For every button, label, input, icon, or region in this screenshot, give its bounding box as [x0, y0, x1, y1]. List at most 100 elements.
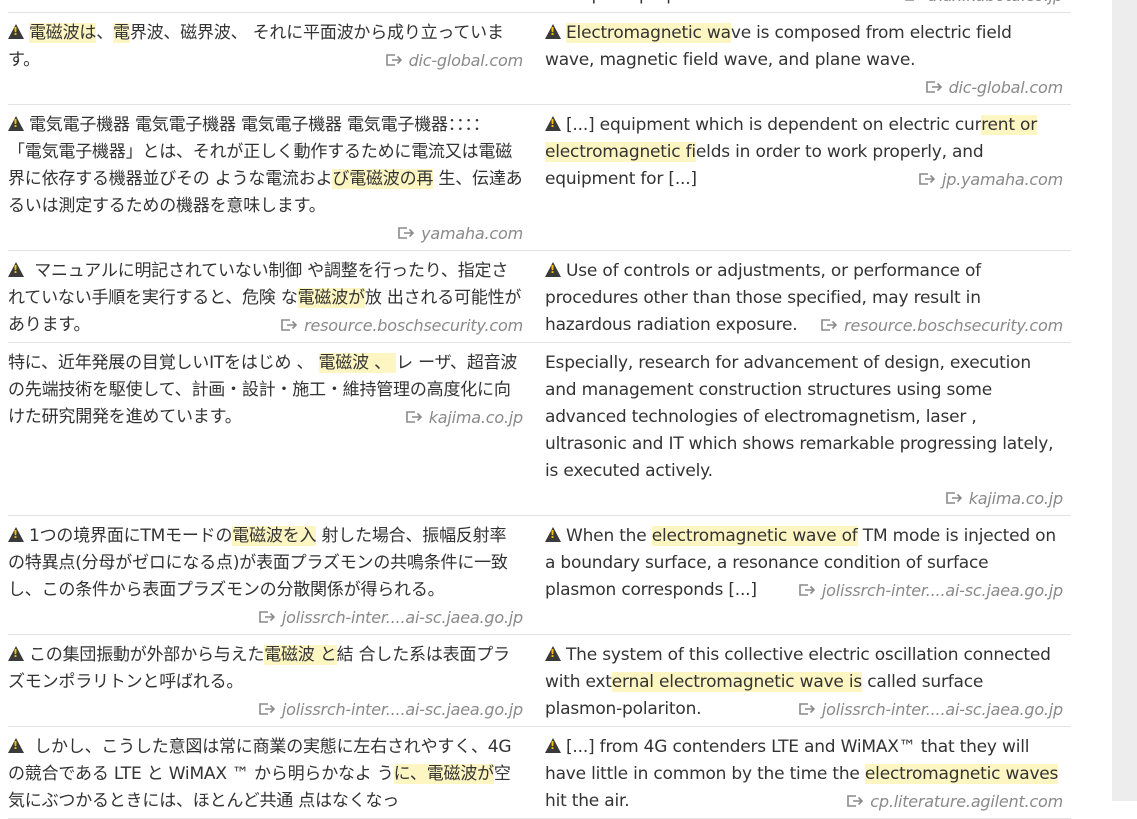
translation-example-row[interactable]: 電磁波は、電界波、磁界波、 それに平面波から成り立っています。dic-globa…	[8, 13, 1071, 105]
translation-example-row[interactable]: しかし、こうした意図は常に商業の実態に左右されやすく、4G の競合である LTE…	[8, 727, 1071, 819]
warning-icon	[545, 116, 561, 131]
sentence-text: absorption properties and the like. txax.…	[545, 0, 1063, 9]
japanese-sentence: 電磁波は、電界波、磁界波、 それに平面波から成り立っています。dic-globa…	[8, 13, 525, 104]
text-segment: 1つの境界面にTMモードの	[29, 526, 233, 546]
sentence-text: 電磁波は、電界波、磁界波、 それに平面波から成り立っています。dic-globa…	[8, 20, 523, 74]
external-link-icon	[281, 319, 298, 331]
source-link[interactable]: dic-global.com	[925, 74, 1064, 101]
highlighted-term: び電磁波の再	[332, 169, 434, 189]
source-domain: jolissrch-inter....ai-sc.jaea.go.jp	[821, 700, 1063, 719]
source-link[interactable]: jolissrch-inter....ai-sc.jaea.go.jp	[799, 696, 1063, 723]
source-domain: resource.boschsecurity.com	[304, 316, 523, 335]
highlighted-term: 電磁波は	[29, 23, 97, 43]
source-link[interactable]: yamaha.com	[8, 220, 523, 247]
warning-icon	[8, 262, 24, 277]
external-link-icon	[925, 81, 942, 93]
source-domain: jolissrch-inter....ai-sc.jaea.go.jp	[821, 581, 1063, 600]
translation-example-row[interactable]: この集団振動が外部から与えた電磁波 と結 合した系は表面プラズモンポラリトンと呼…	[8, 635, 1071, 727]
external-link-icon	[398, 227, 415, 239]
highlighted-term: 電磁波を入	[232, 526, 317, 546]
source-link[interactable]: kajima.co.jp	[405, 404, 524, 431]
sentence-text: 特に、近年発展の目覚しいITをはじめ 、 電磁波 、 レ ーザ、超音波の先端技術…	[8, 350, 523, 431]
source-domain: dic-global.com	[408, 51, 524, 70]
source-link[interactable]: jolissrch-inter....ai-sc.jaea.go.jp	[799, 577, 1063, 604]
translation-example-row[interactable]: 電気電子機器 電気電子機器 電気電子機器 電気電子機器：：：： 「電気電子機器」…	[8, 105, 1071, 251]
highlighted-term: に、	[393, 764, 427, 784]
external-link-icon	[799, 703, 816, 715]
source-link[interactable]: jolissrch-inter....ai-sc.jaea.go.jp	[8, 696, 523, 723]
japanese-sentence: この集団振動が外部から与えた電磁波 と結 合した系は表面プラズモンポラリトンと呼…	[8, 635, 525, 726]
highlighted-term: ernal electromagnetic wave is	[611, 672, 863, 692]
source-link[interactable]: kajima.co.jp	[545, 485, 1063, 512]
source-link[interactable]: txax.kubota.co.jp	[904, 0, 1064, 9]
text-segment: When the	[566, 526, 652, 546]
english-sentence: When the electromagnetic wave of TM mode…	[525, 516, 1071, 634]
translation-example-row[interactable]: absorption properties and the like. txax.…	[8, 0, 1071, 13]
source-domain: txax.kubota.co.jp	[928, 0, 1064, 5]
text-segment: この集団振動が外部から与えた	[29, 645, 265, 665]
warning-icon	[8, 646, 24, 661]
external-link-icon	[847, 795, 864, 807]
source-domain: resource.boschsecurity.com	[844, 316, 1063, 335]
sentence-text: 1つの境界面にTMモードの電磁波を入 射した場合、振幅反射率の特異点(分母がゼロ…	[8, 523, 523, 627]
warning-icon	[8, 527, 24, 542]
translation-example-row[interactable]: 1つの境界面にTMモードの電磁波を入 射した場合、振幅反射率の特異点(分母がゼロ…	[8, 516, 1071, 635]
sentence-text: [...] from 4G contenders LTE and WiMAX™ …	[545, 734, 1063, 815]
sentence-text: この集団振動が外部から与えた電磁波 と結 合した系は表面プラズモンポラリトンと呼…	[8, 642, 523, 696]
translation-example-list: absorption properties and the like. txax.…	[8, 0, 1071, 819]
source-link[interactable]: jolissrch-inter....ai-sc.jaea.go.jp	[259, 604, 523, 631]
source-domain: yamaha.com	[421, 224, 523, 243]
external-link-icon	[385, 54, 402, 66]
source-domain: jp.yamaha.com	[942, 170, 1063, 189]
translation-example-row[interactable]: 特に、近年発展の目覚しいITをはじめ 、 電磁波 、 レ ーザ、超音波の先端技術…	[8, 343, 1071, 516]
sentence-text: Especially, research for advancement of …	[545, 350, 1063, 485]
warning-icon	[545, 527, 561, 542]
source-domain: cp.literature.agilent.com	[870, 792, 1063, 811]
text-segment: 、	[96, 23, 114, 43]
warning-icon	[545, 24, 561, 39]
japanese-sentence: しかし、こうした意図は常に商業の実態に左右されやすく、4G の競合である LTE…	[8, 727, 525, 818]
highlighted-term: 電磁波が	[426, 764, 494, 784]
japanese-sentence: 1つの境界面にTMモードの電磁波を入 射した場合、振幅反射率の特異点(分母がゼロ…	[8, 516, 525, 634]
external-link-icon	[919, 173, 936, 185]
source-domain: jolissrch-inter....ai-sc.jaea.go.jp	[281, 608, 523, 627]
source-domain: dic-global.com	[948, 78, 1064, 97]
english-sentence: Especially, research for advancement of …	[525, 343, 1071, 515]
sentence-text: The system of this collective electric o…	[545, 642, 1063, 723]
warning-icon	[8, 24, 24, 39]
external-link-icon	[904, 0, 914, 1]
highlighted-term: 電磁波が	[297, 288, 365, 308]
source-domain: kajima.co.jp	[968, 489, 1064, 508]
source-link[interactable]: cp.literature.agilent.com	[847, 788, 1063, 815]
scrollbar-track[interactable]	[1112, 0, 1137, 801]
warning-icon	[545, 738, 561, 753]
text-segment: Especially, research for advancement of …	[545, 353, 1054, 481]
text-segment: hit the air.	[545, 791, 630, 811]
source-domain: kajima.co.jp	[428, 408, 524, 427]
sentence-text: Use of controls or adjustments, or perfo…	[545, 258, 1063, 339]
japanese-sentence: 特に、近年発展の目覚しいITをはじめ 、 電磁波 、 レ ーザ、超音波の先端技術…	[8, 343, 525, 515]
highlighted-term: 電磁波 、	[318, 353, 397, 373]
text-segment: 特に、近年発展の目覚しいITをはじめ 、	[8, 353, 319, 373]
source-link[interactable]: jp.yamaha.com	[919, 166, 1063, 193]
sentence-text: マニュアルに明記されていない制御 や調整を行ったり、指定されていない手順を実行す…	[8, 258, 523, 339]
sentence-text: しかし、こうした意図は常に商業の実態に左右されやすく、4G の競合である LTE…	[8, 734, 523, 815]
sentence-text: When the electromagnetic wave of TM mode…	[545, 523, 1063, 604]
warning-icon	[545, 262, 561, 277]
highlighted-term: Electromagnetic wa	[566, 23, 731, 43]
english-sentence: The system of this collective electric o…	[525, 635, 1071, 726]
highlighted-term: electromagnetic waves	[864, 764, 1059, 784]
japanese-sentence	[8, 0, 525, 12]
highlighted-term: 電磁波 と	[264, 645, 337, 665]
english-sentence: [...] from 4G contenders LTE and WiMAX™ …	[525, 727, 1071, 818]
source-link[interactable]: dic-global.com	[385, 47, 524, 74]
translation-example-row[interactable]: マニュアルに明記されていない制御 や調整を行ったり、指定されていない手順を実行す…	[8, 251, 1071, 343]
source-link[interactable]: resource.boschsecurity.com	[821, 312, 1063, 339]
japanese-sentence: マニュアルに明記されていない制御 や調整を行ったり、指定されていない手順を実行す…	[8, 251, 525, 342]
source-link[interactable]: resource.boschsecurity.com	[281, 312, 523, 339]
sentence-text: 電気電子機器 電気電子機器 電気電子機器 電気電子機器：：：： 「電気電子機器」…	[8, 112, 523, 220]
external-link-icon	[821, 319, 838, 331]
external-link-icon	[945, 492, 962, 504]
warning-icon	[8, 116, 24, 131]
text-segment: absorption properties and the like.	[545, 0, 832, 5]
